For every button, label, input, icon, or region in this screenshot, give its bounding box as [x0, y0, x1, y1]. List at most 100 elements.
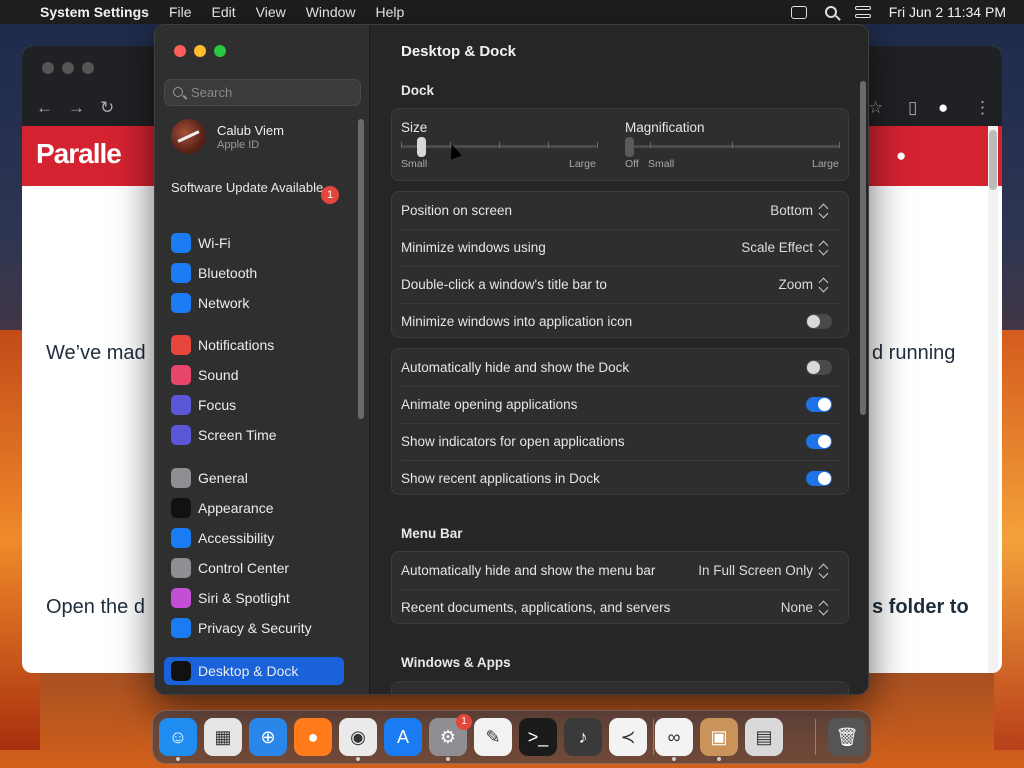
sidebar-scrollbar[interactable] — [358, 119, 364, 419]
sidebar-item-focus[interactable]: Focus — [171, 391, 353, 419]
setting-label: Show indicators for open applications — [401, 434, 625, 449]
browser-scrollbar[interactable] — [988, 126, 998, 673]
toggle-automatically-hide-and-show-the-dock[interactable] — [806, 360, 832, 375]
menu-window[interactable]: Window — [306, 4, 356, 20]
sidebar-item-notifications[interactable]: Notifications — [171, 331, 353, 359]
browser-bookmark-icon[interactable]: ☆ — [868, 98, 883, 118]
toggle-animate-opening-applications[interactable] — [806, 397, 832, 412]
browser-maximize-button[interactable] — [82, 62, 94, 74]
page-title: Desktop & Dock — [401, 43, 517, 60]
menu-file[interactable]: File — [169, 4, 192, 20]
page-text-right-2: s folder to — [872, 596, 969, 618]
menu-clock[interactable]: Fri Jun 2 11:34 PM — [889, 4, 1006, 20]
popup-button-automatically-hide-and-show-the-menu-bar[interactable]: In Full Screen Only — [698, 563, 830, 579]
finder-icon[interactable]: ☺ — [159, 718, 197, 756]
menu-edit[interactable]: Edit — [212, 4, 236, 20]
hand-icon — [171, 618, 191, 638]
control-center-icon[interactable] — [854, 6, 871, 18]
browser-close-button[interactable] — [42, 62, 54, 74]
size-label: Size — [401, 120, 428, 135]
setting-row-position-on-screen: Position on screen Bottom — [401, 192, 841, 229]
zoom-button[interactable] — [214, 45, 226, 57]
dock-size-card: Size Small Large Magnification Off Small… — [391, 108, 849, 181]
menu-app-name[interactable]: System Settings — [40, 4, 149, 20]
launchpad-icon[interactable]: ▦ — [204, 718, 242, 756]
sidebar-item-sound[interactable]: Sound — [171, 361, 353, 389]
sidebar-item-network[interactable]: Network — [171, 289, 353, 317]
chevron-up-down-icon — [818, 600, 830, 616]
browser-profile-icon[interactable]: ● — [938, 98, 948, 118]
browser-menu-icon[interactable]: ⋮ — [974, 98, 991, 118]
sidebar-item-privacy-security[interactable]: Privacy & Security — [171, 614, 353, 642]
browser-forward-icon[interactable]: → — [68, 98, 85, 118]
size-max-label: Large — [569, 158, 596, 170]
sidebar-item-control-center[interactable]: Control Center — [171, 554, 353, 582]
dock-section-title: Dock — [401, 83, 435, 98]
sidebar-item-siri-spotlight[interactable]: Siri & Spotlight — [171, 584, 353, 612]
sidebar-item-accessibility[interactable]: Accessibility — [171, 524, 353, 552]
textedit-icon[interactable]: ✎ — [474, 718, 512, 756]
toggle-show-indicators-for-open-applications[interactable] — [806, 434, 832, 449]
search-field[interactable]: Search — [164, 79, 361, 106]
main-scrollbar[interactable] — [860, 81, 866, 415]
vscode-icon[interactable]: ≺ — [609, 718, 647, 756]
page-text-left-1: We’ve mad — [46, 342, 146, 364]
popup-button-double-click-a-window-s-title-bar-to[interactable]: Zoom — [778, 277, 830, 293]
firefox-icon[interactable]: ● — [294, 718, 332, 756]
boot-camp-icon[interactable]: ▤ — [745, 718, 783, 756]
magnification-slider-track[interactable] — [625, 145, 840, 148]
terminal-icon[interactable]: >_ — [519, 718, 557, 756]
menu-help[interactable]: Help — [376, 4, 405, 20]
spotlight-search-icon[interactable] — [824, 6, 837, 18]
toggle-show-recent-applications-in-dock[interactable] — [806, 471, 832, 486]
sidebar-item-bluetooth[interactable]: Bluetooth — [171, 259, 353, 287]
browser-reload-icon[interactable]: ↻ — [100, 98, 114, 118]
setting-row-recent-documents-applications-and-servers: Recent documents, applications, and serv… — [401, 589, 841, 626]
app-store-icon[interactable]: A — [384, 718, 422, 756]
window-controls — [174, 45, 226, 57]
toggle-knob — [818, 398, 831, 411]
safari-icon[interactable]: ⊕ — [249, 718, 287, 756]
popup-button-position-on-screen[interactable]: Bottom — [770, 203, 830, 219]
popup-button-recent-documents-applications-and-servers[interactable]: None — [781, 600, 830, 616]
settings-icon[interactable]: ⚙ 1 — [429, 714, 472, 756]
size-slider-tick — [499, 142, 500, 148]
guitar-icon[interactable]: ♪ — [564, 718, 602, 756]
main-pane: Desktop & Dock Dock Size Small Large Mag… — [370, 25, 868, 694]
popup-value: Scale Effect — [741, 240, 813, 255]
magnification-min-label: Small — [648, 158, 675, 170]
sidebar-item-general[interactable]: General — [171, 464, 353, 492]
windows-apps-card — [391, 681, 849, 694]
apple-id-profile[interactable]: Calub Viem Apple ID — [171, 119, 284, 154]
system-settings-window: Search Calub Viem Apple ID Software Upda… — [154, 24, 869, 695]
site-logo[interactable]: Paralle — [36, 138, 122, 170]
running-indicator — [356, 757, 360, 761]
toggle-knob — [818, 435, 831, 448]
site-account-icon[interactable]: ● — [896, 146, 906, 166]
sidebar-item-screen-time[interactable]: Screen Time — [171, 421, 353, 449]
popup-button-minimize-windows-using[interactable]: Scale Effect — [741, 240, 830, 256]
browser-back-icon[interactable]: ← — [36, 98, 53, 118]
setting-row-show-recent-applications-in-dock: Show recent applications in Dock — [401, 460, 841, 497]
toggle-minimize-windows-into-application-icon[interactable] — [806, 314, 832, 329]
sidebar-item-desktop-dock[interactable]: Desktop & Dock — [164, 657, 344, 685]
stage-manager-icon[interactable] — [790, 5, 807, 19]
chevron-up-down-icon — [818, 277, 830, 293]
magnification-slider-knob[interactable] — [625, 137, 634, 157]
browser-sidepanel-icon[interactable]: ▯ — [908, 98, 917, 118]
parallels-box-icon[interactable]: ▣ — [700, 718, 738, 756]
menu-view[interactable]: View — [256, 4, 286, 20]
visual-studio-icon[interactable]: ∞ — [655, 718, 693, 756]
size-slider-knob[interactable] — [416, 137, 426, 157]
setting-label: Position on screen — [401, 203, 513, 218]
sidebar-item-label: Privacy & Security — [198, 620, 312, 636]
sidebar-item-appearance[interactable]: Appearance — [171, 494, 353, 522]
browser-minimize-button[interactable] — [62, 62, 74, 74]
close-button[interactable] — [174, 45, 186, 57]
chrome-icon[interactable]: ◉ — [339, 718, 377, 756]
magnification-slider-tick — [731, 142, 733, 148]
trash-icon[interactable]: 🗑 — [828, 718, 866, 756]
sidebar-item-wi-fi[interactable]: Wi-Fi — [171, 229, 353, 257]
setting-label: Animate opening applications — [401, 397, 578, 412]
minimize-button[interactable] — [194, 45, 206, 57]
